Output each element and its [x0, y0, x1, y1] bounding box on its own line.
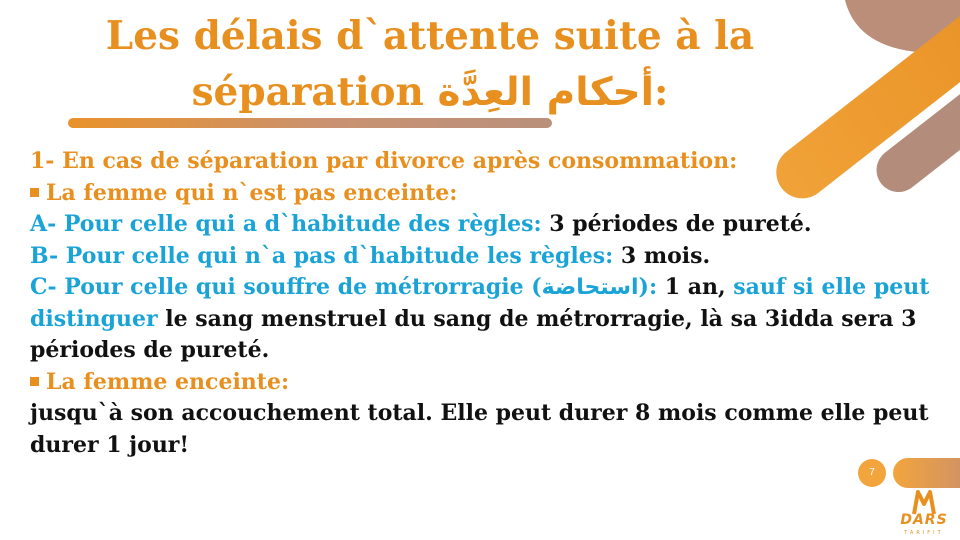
footer-accent-bar	[893, 458, 960, 488]
title-colon: :	[654, 69, 669, 115]
line-c-close: ):	[638, 274, 658, 300]
square-bullet-icon	[30, 376, 39, 386]
line-c-value: 1 an,	[657, 274, 726, 300]
line-c-label: C- Pour celle qui souffre de métrorragie…	[30, 274, 542, 300]
title-underline-bar	[68, 118, 552, 128]
line-a-label: A- Pour celle qui a d`habitude des règle…	[30, 211, 542, 237]
slide-title: Les délais d`attente suite à la séparati…	[90, 8, 770, 121]
title-arabic-text: أحكام العِدَّة	[437, 70, 655, 115]
section-heading: 1- En cas de séparation par divorce aprè…	[30, 148, 738, 174]
final-paragraph: jusqu`à son accouchement total. Elle peu…	[30, 400, 929, 458]
bullet-pregnant: La femme enceinte:	[30, 367, 940, 399]
slide-body: 1- En cas de séparation par divorce aprè…	[30, 146, 940, 461]
bullet-not-pregnant: La femme qui n`est pas enceinte:	[30, 178, 940, 210]
line-c-rest: le sang menstruel du sang de métrorragie…	[30, 305, 917, 364]
square-bullet-icon	[30, 187, 39, 197]
page-number-badge: 7	[858, 459, 886, 487]
line-b: B- Pour celle qui n`a pas d`habitude les…	[30, 241, 940, 273]
line-c: C- Pour celle qui souffre de métrorragie…	[30, 272, 940, 367]
dars-logo: DARS TARIFIT	[892, 488, 956, 540]
line-a-value: 3 périodes de pureté.	[541, 211, 812, 237]
slide: Les délais d`attente suite à la séparati…	[0, 0, 960, 540]
title-line-2: séparation أحكام العِدَّة:	[90, 64, 770, 121]
bullet-pregnant-text: La femme enceinte:	[46, 368, 290, 395]
title-line-1: Les délais d`attente suite à la	[105, 13, 755, 59]
bullet-not-pregnant-text: La femme qui n`est pas enceinte:	[46, 179, 458, 206]
line-a: A- Pour celle qui a d`habitude des règle…	[30, 209, 940, 241]
line-b-value: 3 mois.	[613, 242, 711, 269]
logo-subtext: TARIFIT	[904, 530, 944, 536]
line-b-label: B- Pour celle qui n`a pas d`habitude les…	[30, 242, 614, 269]
logo-text: DARS	[900, 512, 948, 528]
line-c-arabic: استحاضة	[541, 275, 639, 300]
title-french-word: séparation	[191, 69, 424, 115]
